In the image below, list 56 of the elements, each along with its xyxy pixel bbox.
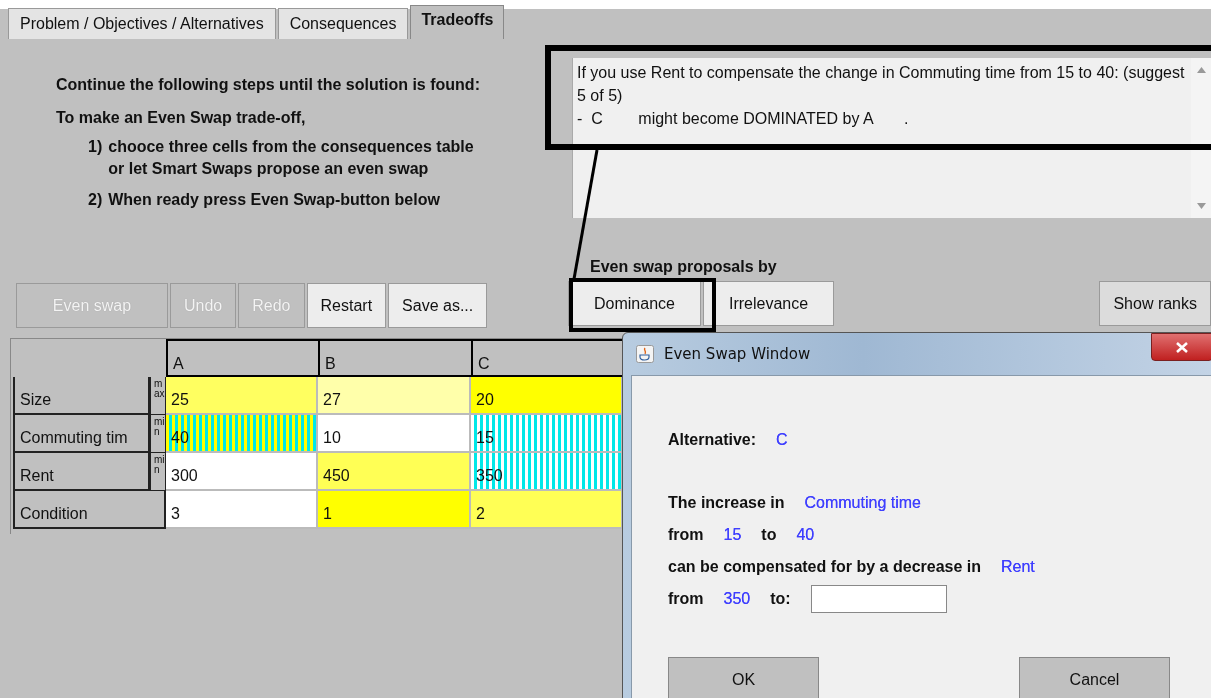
- field-value: 40: [796, 526, 815, 544]
- proposal-button[interactable]: Dominance: [568, 281, 701, 326]
- close-icon: [1176, 341, 1188, 353]
- suggestion-text: If you use Rent to compensate the change in Commuting time from 15 to 40: (suggest 5 of 5): [577, 63, 1186, 106]
- field-value: C: [776, 431, 788, 449]
- row-header[interactable]: Commuting tim: [13, 415, 150, 453]
- table-cell[interactable]: 2: [471, 491, 623, 529]
- row-header[interactable]: Rent: [13, 453, 150, 491]
- table-cell[interactable]: 450: [318, 453, 471, 491]
- proposals-label: Even swap proposals by: [590, 258, 778, 276]
- table-cell[interactable]: 25: [166, 377, 318, 415]
- tab[interactable]: Consequences: [277, 8, 409, 39]
- cup-icon: [636, 345, 654, 363]
- step-text: or let Smart Swaps propose an even swap: [108, 159, 430, 179]
- action-button[interactable]: Restart: [306, 283, 387, 328]
- row-header[interactable]: Size: [13, 377, 150, 415]
- action-button[interactable]: Save as...: [388, 283, 488, 328]
- step-text: chooce three cells from the consequences table: [108, 137, 474, 157]
- tab[interactable]: Tradeoffs: [410, 5, 505, 39]
- field-label: from: [668, 526, 704, 544]
- table-cell[interactable]: 350: [471, 453, 623, 491]
- input-field[interactable]: [810, 585, 947, 613]
- instruction-intro: To make an Even Swap trade-off,: [56, 109, 307, 127]
- scroll-up-icon[interactable]: [1196, 67, 1206, 73]
- field-label: can be compensated for by a decrease in: [668, 558, 981, 576]
- table-cell[interactable]: 20: [471, 377, 623, 415]
- scroll-down-icon[interactable]: [1196, 203, 1206, 209]
- suggestion-text: - C might become DOMINATED by A .: [577, 109, 910, 129]
- field-value: 350: [723, 590, 751, 608]
- table-cell[interactable]: 10: [318, 415, 471, 453]
- step-number: 2): [88, 190, 103, 210]
- dialog-title: Even Swap Window: [664, 345, 811, 363]
- field-value: Rent: [1001, 558, 1035, 576]
- table-cell[interactable]: 1: [318, 491, 471, 529]
- table-cell[interactable]: 3: [166, 491, 318, 529]
- dialog-button[interactable]: Cancel: [1019, 657, 1170, 698]
- field-value: 15: [723, 526, 742, 544]
- scrollbar[interactable]: [1191, 58, 1211, 218]
- field-label: from: [668, 590, 704, 608]
- field-label: to:: [770, 590, 791, 608]
- table-cell[interactable]: 300: [166, 453, 318, 491]
- field-label: to: [761, 526, 777, 544]
- show-ranks-button[interactable]: Show ranks: [1099, 281, 1211, 326]
- tab[interactable]: Problem / Objectives / Alternatives: [8, 8, 276, 39]
- step-number: 1): [88, 137, 103, 157]
- instruction-heading: Continue the following steps until the solution is found:: [56, 76, 481, 94]
- suggestion-textarea[interactable]: If you use Rent to compensate the change in Commuting time from 15 to 40: (suggest 5 of 5) - C might become DOMINATED by A .: [572, 58, 1211, 218]
- table-cell[interactable]: 27: [318, 377, 471, 415]
- table-cell[interactable]: 40: [166, 415, 318, 453]
- field-label: Alternative:: [668, 431, 757, 449]
- step-text: When ready press Even Swap-button below: [108, 190, 440, 210]
- field-value: Commuting time: [804, 494, 921, 512]
- field-label: The increase in: [668, 494, 785, 512]
- close-button[interactable]: [1151, 333, 1211, 361]
- proposal-button[interactable]: Irrelevance: [702, 281, 835, 326]
- dialog-button[interactable]: OK: [668, 657, 819, 698]
